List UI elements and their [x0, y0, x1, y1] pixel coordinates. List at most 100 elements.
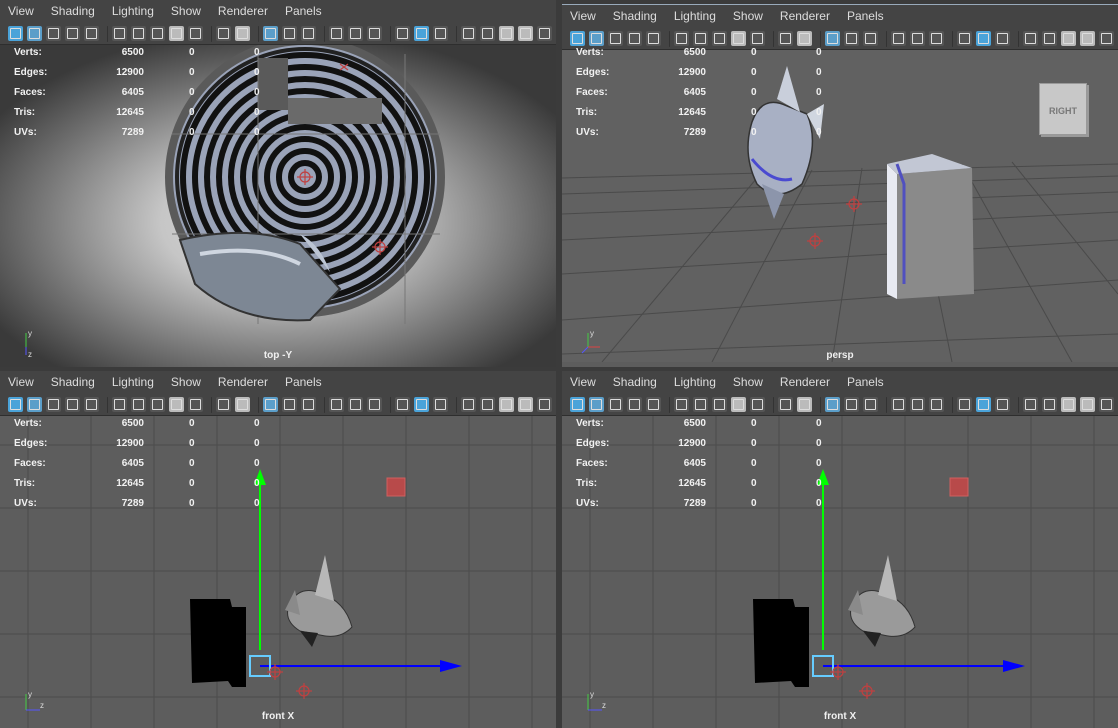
select-camera-icon[interactable] [570, 397, 585, 412]
menu-show[interactable]: Show [725, 371, 772, 394]
camera-attributes-icon[interactable] [27, 397, 42, 412]
two-d-pan-icon[interactable] [646, 397, 661, 412]
menu-view[interactable]: View [0, 0, 43, 23]
menu-panels[interactable]: Panels [277, 371, 331, 394]
menu-renderer[interactable]: Renderer [210, 371, 277, 394]
film-gate-icon[interactable] [169, 26, 184, 41]
default-material-icon[interactable] [367, 26, 382, 41]
shadows-icon[interactable] [995, 397, 1010, 412]
isolate-select-icon[interactable] [537, 397, 552, 412]
menu-panels[interactable]: Panels [839, 371, 893, 394]
anti-aliasing-icon[interactable] [499, 397, 514, 412]
grid-icon[interactable] [263, 397, 278, 412]
shadows-icon[interactable] [433, 26, 448, 41]
bookmark-icon[interactable] [46, 26, 61, 41]
lock-camera-icon[interactable] [712, 397, 727, 412]
viewport-front-left[interactable]: View Shading Lighting Show Renderer Pane… [0, 371, 556, 728]
textured-icon[interactable] [957, 31, 972, 46]
motion-blur-icon[interactable] [480, 26, 495, 41]
safe-title-icon[interactable] [301, 397, 316, 412]
menu-view[interactable]: View [0, 371, 43, 394]
use-lights-icon[interactable] [414, 26, 429, 41]
smooth-shade-icon[interactable] [348, 26, 363, 41]
grease-pencil-icon[interactable] [674, 397, 689, 412]
menu-renderer[interactable]: Renderer [772, 5, 839, 28]
lock-camera-icon[interactable] [150, 26, 165, 41]
two-d-pan-icon[interactable] [84, 397, 99, 412]
camera-icon[interactable] [131, 397, 146, 412]
viewport-top[interactable]: View Shading Lighting Show Renderer Pane… [0, 0, 556, 367]
vertical-splitter[interactable] [556, 0, 562, 728]
textured-icon[interactable] [957, 397, 972, 412]
camera-icon[interactable] [131, 26, 146, 41]
use-lights-icon[interactable] [414, 397, 429, 412]
use-lights-icon[interactable] [976, 397, 991, 412]
camera-attributes-icon[interactable] [589, 397, 604, 412]
depth-of-field-icon[interactable] [518, 26, 533, 41]
bookmark-icon[interactable] [608, 397, 623, 412]
default-material-icon[interactable] [929, 397, 944, 412]
menu-shading[interactable]: Shading [605, 5, 666, 28]
motion-blur-icon[interactable] [1042, 31, 1057, 46]
motion-blur-icon[interactable] [1042, 397, 1057, 412]
menu-shading[interactable]: Shading [605, 371, 666, 394]
wireframe-icon[interactable] [329, 397, 344, 412]
ambient-occlusion-icon[interactable] [461, 397, 476, 412]
grid-icon[interactable] [825, 397, 840, 412]
menu-shading[interactable]: Shading [43, 371, 104, 394]
depth-of-field-icon[interactable] [1080, 31, 1095, 46]
camera-attributes-icon[interactable] [27, 26, 42, 41]
smooth-shade-icon[interactable] [910, 397, 925, 412]
safe-title-icon[interactable] [863, 397, 878, 412]
menu-lighting[interactable]: Lighting [666, 371, 725, 394]
image-plane-icon[interactable] [65, 397, 80, 412]
menu-lighting[interactable]: Lighting [104, 371, 163, 394]
menu-panels[interactable]: Panels [839, 5, 893, 28]
menu-show[interactable]: Show [163, 0, 210, 23]
safe-action-icon[interactable] [844, 397, 859, 412]
menu-lighting[interactable]: Lighting [104, 0, 163, 23]
anti-aliasing-icon[interactable] [499, 26, 514, 41]
smooth-shade-icon[interactable] [348, 397, 363, 412]
isolate-select-icon[interactable] [1099, 31, 1114, 46]
menu-show[interactable]: Show [725, 5, 772, 28]
grease-pencil-icon[interactable] [112, 397, 127, 412]
viewport-persp[interactable]: RIGHT View Shading Lighting Show Rendere… [561, 4, 1118, 368]
field-chart-icon[interactable] [235, 397, 250, 412]
bookmark-icon[interactable] [46, 397, 61, 412]
use-lights-icon[interactable] [976, 31, 991, 46]
resolution-gate-icon[interactable] [750, 397, 765, 412]
gate-mask-icon[interactable] [216, 397, 231, 412]
shadows-icon[interactable] [433, 397, 448, 412]
depth-of-field-icon[interactable] [1080, 397, 1095, 412]
view-cube[interactable]: RIGHT [1039, 83, 1087, 135]
grid-icon[interactable] [263, 26, 278, 41]
menu-renderer[interactable]: Renderer [772, 371, 839, 394]
shadows-icon[interactable] [995, 31, 1010, 46]
viewport-front-right[interactable]: View Shading Lighting Show Renderer Pane… [562, 371, 1118, 728]
menu-panels[interactable]: Panels [277, 0, 331, 23]
two-d-pan-icon[interactable] [84, 26, 99, 41]
lock-camera-icon[interactable] [150, 397, 165, 412]
safe-action-icon[interactable] [282, 26, 297, 41]
isolate-select-icon[interactable] [1099, 397, 1114, 412]
image-plane-icon[interactable] [627, 397, 642, 412]
safe-title-icon[interactable] [301, 26, 316, 41]
ambient-occlusion-icon[interactable] [1023, 397, 1038, 412]
motion-blur-icon[interactable] [480, 397, 495, 412]
wireframe-icon[interactable] [891, 397, 906, 412]
default-material-icon[interactable] [929, 31, 944, 46]
textured-icon[interactable] [395, 397, 410, 412]
safe-action-icon[interactable] [844, 31, 859, 46]
field-chart-icon[interactable] [235, 26, 250, 41]
wireframe-icon[interactable] [891, 31, 906, 46]
menu-lighting[interactable]: Lighting [666, 5, 725, 28]
film-gate-icon[interactable] [169, 397, 184, 412]
gate-mask-icon[interactable] [778, 397, 793, 412]
menu-shading[interactable]: Shading [43, 0, 104, 23]
resolution-gate-icon[interactable] [188, 397, 203, 412]
select-camera-icon[interactable] [8, 397, 23, 412]
ambient-occlusion-icon[interactable] [1023, 31, 1038, 46]
camera-icon[interactable] [693, 397, 708, 412]
image-plane-icon[interactable] [65, 26, 80, 41]
